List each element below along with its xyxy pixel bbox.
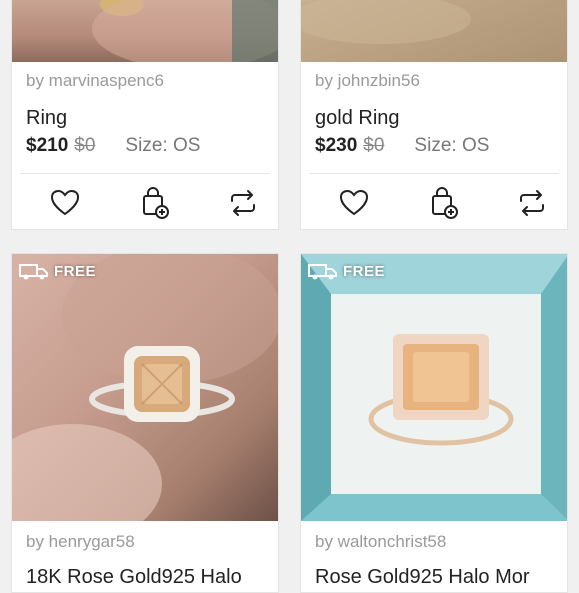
size-label: Size: OS	[414, 135, 490, 156]
listing-image[interactable]	[12, 0, 278, 62]
price-line: $230 $0 Size: OS	[315, 135, 489, 157]
seller-name[interactable]: by johnzbin56	[315, 71, 420, 91]
seller-name[interactable]: by waltonchrist58	[315, 532, 446, 552]
bag-add-icon[interactable]	[138, 186, 172, 220]
original-price: $0	[74, 135, 96, 156]
free-shipping-badge: FREE	[18, 262, 96, 280]
price-line: $210 $0 Size: OS	[26, 135, 200, 157]
free-badge-label: FREE	[343, 262, 386, 280]
truck-icon	[308, 264, 337, 280]
heart-icon[interactable]	[48, 186, 82, 220]
truck-icon	[19, 264, 48, 280]
listing-title[interactable]: gold Ring	[315, 107, 400, 130]
original-price: $0	[363, 135, 385, 156]
ring-photo	[92, 0, 278, 62]
free-shipping-badge: FREE	[307, 262, 385, 280]
bag-add-icon[interactable]	[427, 186, 461, 220]
size-label: Size: OS	[125, 135, 201, 156]
ring-photo	[301, 0, 567, 62]
listing-image[interactable]	[301, 0, 567, 62]
listing-title[interactable]: Rose Gold925 Halo Mor	[315, 566, 530, 589]
action-bar	[20, 173, 270, 229]
price: $210	[26, 135, 69, 156]
champagne-ring-in-box-photo	[301, 254, 567, 521]
champagne-ring-photo	[12, 254, 278, 521]
free-badge-label: FREE	[54, 262, 97, 280]
listing-card[interactable]: by johnzbin56 gold Ring $230 $0 Size: OS	[300, 0, 568, 230]
listing-image[interactable]: FREE	[12, 254, 278, 521]
share-icon[interactable]	[515, 186, 549, 220]
seller-name[interactable]: by marvinaspenc6	[26, 71, 164, 91]
action-bar	[309, 173, 559, 229]
listing-title[interactable]: Ring	[26, 107, 67, 130]
seller-name[interactable]: by henrygar58	[26, 532, 135, 552]
listing-image[interactable]: FREE	[301, 254, 567, 521]
price: $230	[315, 135, 358, 156]
listing-card[interactable]: by marvinaspenc6 Ring $210 $0 Size: OS	[11, 0, 279, 230]
share-icon[interactable]	[226, 186, 260, 220]
heart-icon[interactable]	[337, 186, 371, 220]
listing-title[interactable]: 18K Rose Gold925 Halo	[26, 566, 242, 589]
listing-card[interactable]: FREE by waltonchrist58 Rose Gold925 Halo…	[300, 253, 568, 593]
listing-card[interactable]: FREE by henrygar58 18K Rose Gold925 Halo	[11, 253, 279, 593]
